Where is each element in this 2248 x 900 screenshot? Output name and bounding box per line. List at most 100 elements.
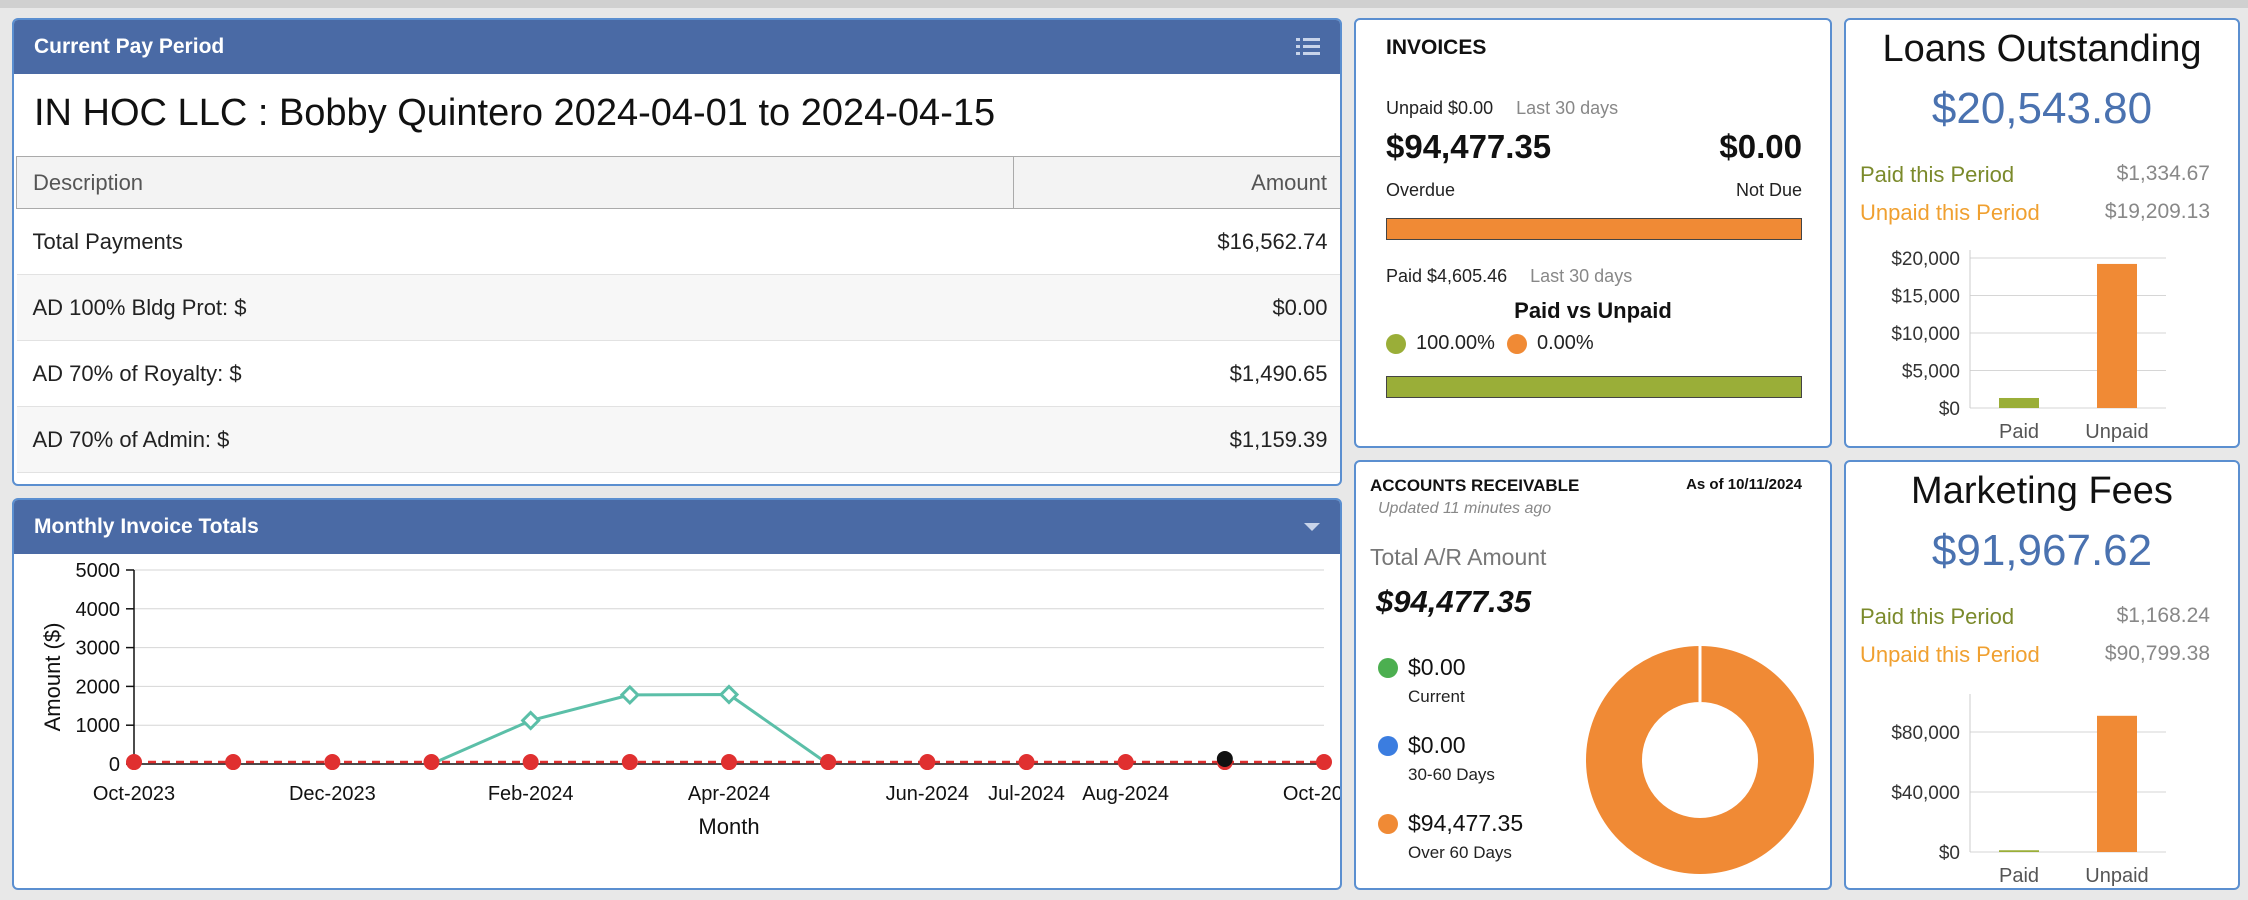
x-tick-label: Apr-2024 [688,783,770,805]
pay-period-header-title: Current Pay Period [34,35,225,58]
ar-total-label: Total A/R Amount [1370,544,1547,570]
loans-amount: $20,543.80 [1931,84,2153,133]
over-60-days-legend-dot [1378,814,1398,834]
overdue-progress-bar [1386,218,1802,240]
top-strip [0,0,2248,8]
ar-donut-chart [1586,646,1814,874]
data-point [619,684,640,706]
bar [2097,263,2137,408]
row-amount: $1,159.39 [1013,406,1340,473]
pay-period-title: IN HOC LLC : Bobby Quintero 2024-04-01 t… [34,92,996,134]
over-60-days-label: Over 60 Days [1408,843,1512,862]
x-axis-label: Month [698,814,759,839]
invoices-title: INVOICES [1386,36,1487,59]
paid-progress-bar [1386,376,1802,398]
data-point [919,754,936,771]
y-tick-label: $5,000 [1902,362,1960,383]
column-header-amount[interactable]: Amount [1013,156,1340,209]
y-tick-label: $0 [1939,843,1960,864]
over-60-days-amount: $94,477.35 [1408,810,1524,836]
y-tick-label: 4000 [76,599,121,621]
row-amount: $16,562.74 [1013,208,1340,275]
data-point [522,754,539,771]
not-due-label: Not Due [1735,180,1802,200]
data-point [1216,750,1233,767]
data-point [1018,754,1035,771]
data-point [621,754,638,771]
last-30-days-label: Last 30 days [1530,266,1633,286]
x-tick-label: Feb-2024 [488,783,574,805]
monthly-invoice-chart: 0 1000 2000 3000 4000 5000 Oct-2023 Dec-2023 Feb… [40,560,1340,839]
monthly-invoice-header-title: Monthly Invoice Totals [34,515,259,538]
data-point [1316,754,1332,771]
marketing-unpaid-value: $90,799.38 [2104,642,2210,665]
ar-total-amount: $94,477.35 [1376,584,1532,619]
list-menu-icon[interactable] [1296,37,1320,57]
data-point [423,754,440,771]
x-tick-label: Paid [1999,865,2039,887]
row-description: Total Payments [16,208,1014,275]
y-tick-label: $20,000 [1891,249,1960,270]
paid-label: Paid $4,605.46 [1386,266,1508,286]
bar [2097,715,2137,852]
y-tick-label: $10,000 [1891,324,1960,345]
pay-period-header: Current Pay Period [14,20,1340,74]
30-60-days-legend-dot [1378,736,1398,756]
unpaid-percentage: 0.00% [1536,332,1594,354]
x-tick-label: Aug-2024 [1082,783,1169,805]
loans-bar-chart: $0 $5,000 $10,000 $15,000 $20,000 Paid Unpaid [1891,249,2166,443]
data-point [225,754,242,771]
x-tick-label: Jul-2024 [988,783,1065,805]
ar-updated-time: Updated 11 minutes ago [1378,500,1552,517]
marketing-bar-chart: $0 $40,000 $80,000 Paid Unpaid [1891,694,2166,887]
loans-unpaid-value: $19,209.13 [2104,200,2210,223]
y-tick-label: 5000 [76,560,121,582]
marketing-fees-panel: Marketing Fees $91,967.62 Paid this Peri… [1844,460,2240,890]
unpaid-legend-dot [1506,333,1527,354]
paid-percentage: 100.00% [1416,332,1495,354]
y-tick-label: 0 [109,754,120,776]
data-point [1117,754,1134,771]
x-tick-label: Dec-2023 [289,783,376,805]
30-60-days-amount: $0.00 [1408,732,1466,758]
x-tick-label: Oct-2024 [1283,783,1340,805]
column-header-description[interactable]: Description [16,156,1014,209]
loans-unpaid-label: Unpaid this Period [1860,200,2040,225]
row-description: AD 100% Bldg Prot: $ [16,274,1014,341]
row-amount: $1,490.65 [1013,340,1340,407]
paid-legend-dot [1386,333,1406,354]
current-label: Current [1408,687,1465,706]
pay-period-table: Description Amount Total Payments $16,56… [16,156,1340,473]
y-tick-label: $0 [1939,399,1960,420]
invoices-panel: INVOICES Unpaid $0.00 Last 30 days $94,4… [1354,18,1832,448]
loans-title: Loans Outstanding [1882,28,2202,70]
30-60-days-label: 30-60 Days [1408,765,1495,784]
data-point [721,754,737,771]
bar [1999,397,2039,408]
data-point [324,754,341,771]
overdue-amount: $94,477.35 [1386,128,1552,165]
data-point [820,754,837,771]
loans-outstanding-panel: Loans Outstanding $20,543.80 Paid this P… [1844,18,2240,448]
table-row: AD 70% of Royalty: $ $1,490.65 [16,340,1340,407]
pay-period-panel: Current Pay Period IN HOC LLC : Bobby Qu… [12,18,1342,486]
current-amount: $0.00 [1408,654,1466,680]
paid-vs-unpaid-title: Paid vs Unpaid [1514,298,1672,323]
chevron-down-icon[interactable] [1304,523,1320,531]
loans-paid-label: Paid this Period [1860,162,2015,187]
table-row: Total Payments $16,562.74 [16,208,1340,275]
y-tick-label: 3000 [76,638,121,660]
x-tick-label: Paid [1999,421,2039,443]
x-tick-label: Unpaid [2085,865,2148,887]
table-row: AD 100% Bldg Prot: $ $0.00 [16,274,1340,341]
current-legend-dot [1378,658,1398,678]
data-point [520,710,541,731]
row-description: AD 70% of Royalty: $ [16,340,1014,407]
last-30-days-label: Last 30 days [1516,98,1619,118]
marketing-paid-label: Paid this Period [1860,604,2015,629]
ar-as-of-date: As of 10/11/2024 [1686,476,1802,493]
row-amount: $0.00 [1013,274,1340,341]
row-description: AD 70% of Admin: $ [16,406,1014,473]
y-tick-label: 1000 [76,715,121,737]
marketing-amount: $91,967.62 [1931,526,2153,575]
